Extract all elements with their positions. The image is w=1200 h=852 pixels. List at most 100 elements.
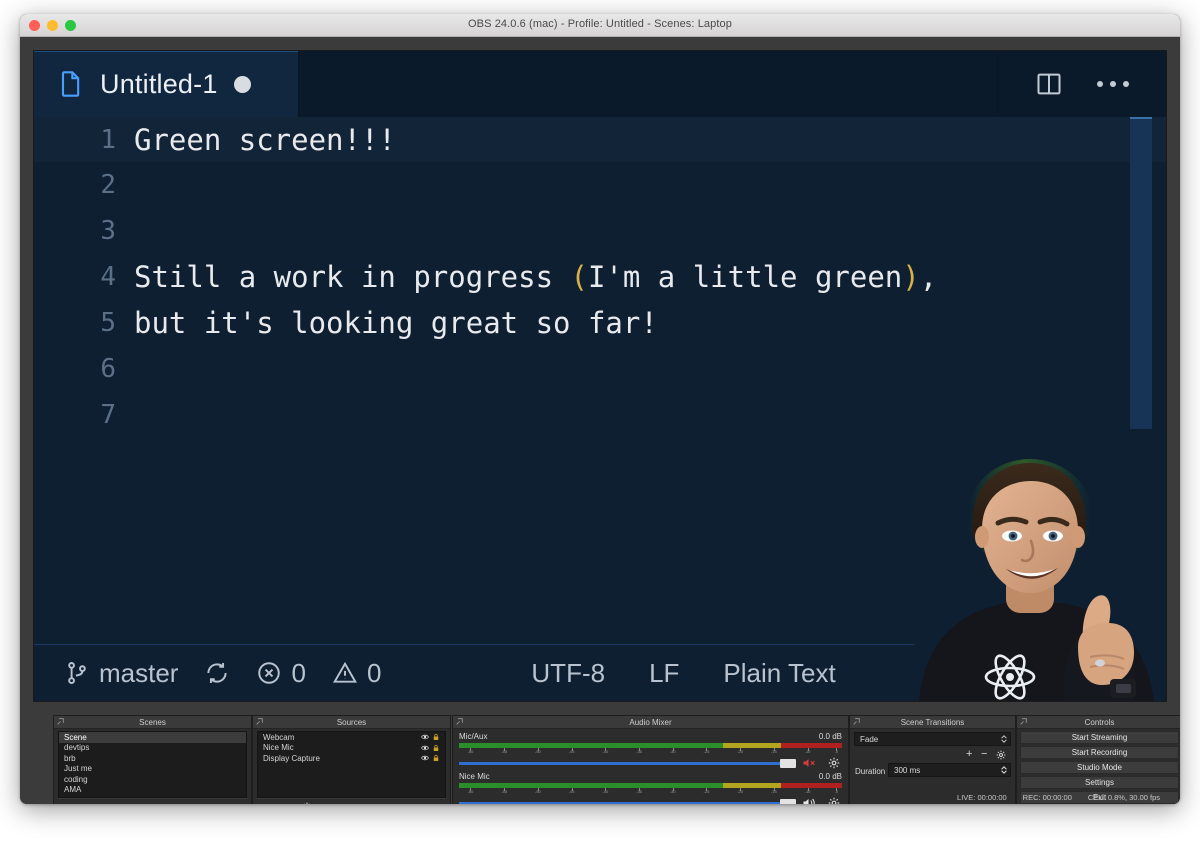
- file-icon: [61, 71, 80, 97]
- window-titlebar: OBS 24.0.6 (mac) - Profile: Untitled - S…: [20, 14, 1180, 37]
- branch-label: master: [99, 657, 179, 688]
- line-number: 6: [100, 353, 116, 384]
- statusbar-eol[interactable]: LF: [649, 658, 679, 689]
- source-name: Nice Mic: [263, 743, 294, 753]
- list-item[interactable]: Webcam: [258, 732, 445, 743]
- dock-float-icon[interactable]: [853, 718, 860, 725]
- track-header: Nice Mic 0.0 dB: [459, 772, 842, 781]
- screenshot-root: OBS 24.0.6 (mac) - Profile: Untitled - S…: [0, 0, 1200, 852]
- remove-transition-button[interactable]: −: [981, 749, 987, 760]
- sources-list[interactable]: Webcam Nice Mic Display Capture: [257, 731, 446, 798]
- eye-icon[interactable]: [421, 754, 429, 762]
- line-content: Still a work in progress (I'm a little g…: [134, 260, 937, 294]
- dock-title-label: Sources: [336, 717, 367, 727]
- vscode-capture: Untitled-1 1 Green screen!!! 2 3 4 Still…: [34, 51, 1166, 701]
- scene-name: coding: [64, 774, 88, 784]
- list-item[interactable]: Just me: [59, 764, 246, 775]
- tick-label: -60: [467, 749, 474, 754]
- volume-fader[interactable]: [459, 757, 842, 769]
- line4-post: ,: [919, 259, 938, 294]
- transition-select[interactable]: Fade: [854, 732, 1011, 746]
- stepper-icon[interactable]: [1000, 733, 1008, 745]
- dock-title-label: Audio Mixer: [629, 717, 672, 727]
- gear-icon[interactable]: [828, 757, 840, 769]
- lock-icon[interactable]: [432, 733, 440, 741]
- editor-minimap-scrollbar[interactable]: [1130, 117, 1152, 429]
- list-item[interactable]: devtips: [59, 743, 246, 754]
- gear-icon[interactable]: [996, 750, 1006, 763]
- unsaved-dot-icon[interactable]: [233, 75, 251, 93]
- duration-input[interactable]: 300 ms: [888, 763, 1011, 777]
- editor-line-6[interactable]: 6: [34, 346, 1166, 391]
- dock-title-label: Controls: [1084, 717, 1115, 727]
- line-number: 5: [100, 307, 116, 338]
- sync-icon: [207, 663, 228, 683]
- dock-title-label: Scenes: [139, 717, 166, 727]
- editor-tab-untitled-1[interactable]: Untitled-1: [34, 51, 299, 117]
- track-level: 0.0 dB: [818, 732, 842, 741]
- editor-line-7[interactable]: 7: [34, 392, 1166, 437]
- obs-preview[interactable]: Untitled-1 1 Green screen!!! 2 3 4 Still…: [34, 51, 1166, 701]
- source-icons: [421, 744, 440, 752]
- tabbar-empty-space: [299, 51, 998, 117]
- source-icons: [421, 754, 440, 762]
- tick-label: -20: [737, 749, 743, 754]
- eye-icon[interactable]: [421, 744, 429, 752]
- error-icon: [258, 662, 281, 684]
- fader-track[interactable]: [459, 761, 784, 765]
- editor-line-5[interactable]: 5 but it's looking great so far!: [34, 300, 1166, 345]
- stepper-icon[interactable]: [1000, 764, 1008, 776]
- cpu-stats: CPU: 0.8%, 30.00 fps: [1087, 792, 1160, 802]
- studio-mode-button[interactable]: Studio Mode: [1020, 761, 1179, 774]
- source-control-icon: [68, 662, 86, 684]
- lock-icon[interactable]: [432, 754, 440, 762]
- scene-name: devtips: [64, 743, 90, 753]
- statusbar-language[interactable]: Plain Text: [723, 658, 835, 689]
- dock-float-icon[interactable]: [456, 718, 463, 725]
- scenes-list[interactable]: Scene devtips brb Just me coding AMA: [58, 731, 247, 798]
- statusbar-right: UTF-8 LF Plain Text: [531, 658, 835, 689]
- start-streaming-button[interactable]: Start Streaming: [1020, 731, 1179, 744]
- fader-knob[interactable]: [780, 758, 796, 768]
- add-transition-button[interactable]: +: [966, 749, 972, 760]
- settings-button[interactable]: Settings: [1020, 776, 1179, 789]
- statusbar-errors[interactable]: 0: [256, 658, 306, 689]
- dock-float-icon[interactable]: [57, 718, 64, 725]
- tick-label: -5: [834, 749, 839, 754]
- list-item[interactable]: brb: [59, 753, 246, 764]
- statusbar-encoding[interactable]: UTF-8: [531, 658, 605, 689]
- statusbar-sync[interactable]: [204, 660, 230, 686]
- list-item[interactable]: Nice Mic: [258, 743, 445, 754]
- tick-label: -35: [636, 749, 642, 754]
- speaker-muted-icon[interactable]: [802, 757, 818, 769]
- source-name: Webcam: [263, 732, 295, 742]
- scene-name: Scene: [64, 732, 87, 742]
- tick-label: -10: [804, 749, 811, 754]
- tick-label: -50: [535, 749, 541, 754]
- list-item[interactable]: Scene: [59, 732, 246, 743]
- list-item[interactable]: Display Capture: [258, 753, 445, 764]
- tick-label: -55: [501, 749, 508, 754]
- statusbar-warnings[interactable]: 0: [332, 658, 381, 689]
- dock-float-icon[interactable]: [1020, 718, 1027, 725]
- line-number: 2: [100, 169, 116, 200]
- editor-tabbar: Untitled-1: [34, 51, 1166, 118]
- editor-line-2[interactable]: 2: [34, 162, 1166, 207]
- more-actions-icon[interactable]: [1097, 81, 1129, 87]
- list-item[interactable]: coding: [59, 774, 246, 785]
- source-name: Display Capture: [263, 753, 320, 763]
- eye-icon[interactable]: [421, 733, 429, 741]
- line-number: 3: [100, 215, 116, 246]
- tick-label: -15: [770, 749, 777, 754]
- editor-line-1[interactable]: 1 Green screen!!!: [34, 117, 1166, 162]
- dock-float-icon[interactable]: [256, 718, 263, 725]
- lock-icon[interactable]: [432, 744, 440, 752]
- line-content: Green screen!!!: [134, 122, 396, 157]
- start-recording-button[interactable]: Start Recording: [1020, 746, 1179, 759]
- split-editor-icon[interactable]: [1035, 70, 1063, 98]
- statusbar-branch[interactable]: master: [64, 658, 178, 689]
- track-level: 0.0 dB: [818, 772, 842, 781]
- editor-line-3[interactable]: 3: [34, 208, 1166, 253]
- editor-line-4[interactable]: 4 Still a work in progress (I'm a little…: [34, 254, 1166, 299]
- webcam-overlay[interactable]: [914, 451, 1166, 701]
